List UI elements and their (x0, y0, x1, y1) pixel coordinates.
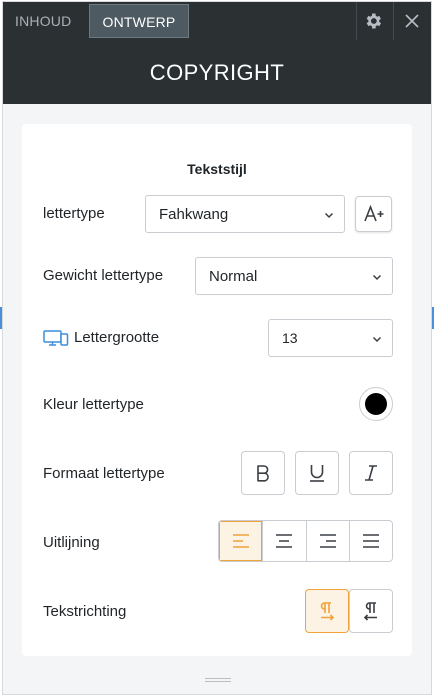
bold-button[interactable] (241, 451, 285, 495)
tab-design[interactable]: ONTWERP (89, 4, 189, 38)
bold-icon (257, 465, 269, 482)
align-center-button[interactable] (262, 521, 305, 561)
devices-icon[interactable] (43, 329, 69, 347)
tab-content[interactable]: INHOUD (15, 4, 71, 38)
grip-line (205, 681, 231, 682)
italic-button[interactable] (349, 451, 393, 495)
underline-button[interactable] (295, 451, 339, 495)
font-weight-label: Gewicht lettertype (43, 267, 164, 284)
align-right-icon (320, 534, 336, 548)
panel-header: COPYRIGHT (3, 40, 431, 104)
gear-icon[interactable] (363, 11, 383, 31)
align-center-icon (276, 534, 292, 548)
text-style-card: Tekststijl lettertype Fahkwang Gewicht l… (22, 124, 412, 656)
chevron-down-icon (372, 336, 382, 343)
align-justify-icon (363, 534, 379, 548)
tabbar-divider (356, 2, 357, 40)
font-color-picker[interactable] (359, 387, 393, 421)
page-title: COPYRIGHT (149, 60, 285, 85)
panel-tabbar: INHOUD ONTWERP (3, 2, 431, 40)
text-direction-label: Tekstrichting (43, 603, 127, 620)
chevron-down-icon (324, 212, 334, 219)
text-direction-ltr-icon (320, 602, 335, 621)
font-size-value: 13 (282, 330, 298, 346)
font-color-label: Kleur lettertype (43, 396, 144, 413)
align-left-button[interactable] (219, 521, 262, 561)
underline-icon (310, 465, 324, 482)
font-family-value: Fahkwang (159, 206, 229, 223)
add-font-button[interactable] (355, 196, 392, 232)
font-format-label: Formaat lettertype (43, 465, 165, 482)
grip-line (205, 678, 231, 679)
align-justify-button[interactable] (349, 521, 392, 561)
font-family-select[interactable]: Fahkwang (145, 195, 345, 233)
font-size-label: Lettergrootte (74, 329, 160, 346)
font-family-label: lettertype (43, 205, 105, 222)
font-weight-value: Normal (209, 268, 258, 285)
text-direction-rtl-button[interactable] (349, 589, 393, 633)
alignment-label: Uitlijning (43, 534, 100, 551)
font-size-select[interactable]: 13 (268, 319, 393, 357)
align-right-button[interactable] (306, 521, 349, 561)
section-title: Tekststijl (187, 161, 247, 177)
alignment-control (218, 520, 393, 562)
text-direction-ltr-button[interactable] (305, 589, 349, 633)
resize-handle[interactable] (205, 678, 231, 684)
chevron-down-icon (372, 274, 382, 281)
close-icon[interactable] (403, 12, 421, 30)
italic-icon (365, 465, 377, 481)
font-color-swatch (365, 393, 387, 415)
tabbar-divider (393, 2, 394, 40)
text-settings-panel: INHOUD ONTWERP COPYRIGHT Tekststijl lett… (2, 1, 432, 695)
font-weight-select[interactable]: Normal (195, 257, 393, 295)
add-font-icon (363, 205, 383, 222)
text-direction-rtl-icon (363, 602, 377, 621)
align-left-icon (232, 534, 249, 548)
